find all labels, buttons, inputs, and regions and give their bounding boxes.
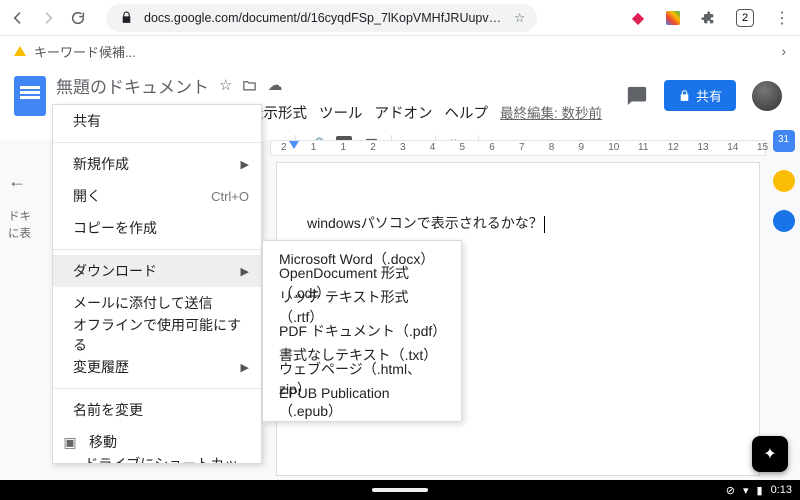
cloud-status-icon: ☁ [267, 76, 282, 94]
menu-help[interactable]: ヘルプ [445, 102, 489, 123]
bookmark-label[interactable]: キーワード候補... [34, 42, 136, 61]
back-outline-icon[interactable]: ← [8, 168, 26, 195]
document-text[interactable]: windowsパソコンで表示されるかな？ [307, 213, 545, 233]
browser-toolbar: docs.google.com/document/d/16cyqdFSp_7lK… [0, 0, 800, 36]
menu-item-share[interactable]: 共有 [53, 105, 261, 137]
browser-menu-icon[interactable]: ⋮ [774, 10, 790, 26]
menu-item-shortcut[interactable]: ◈ドライブにショートカットを追加 [53, 458, 261, 464]
clock[interactable]: 0:13 [771, 484, 792, 496]
url-text: docs.google.com/document/d/16cyqdFSp_7lK… [144, 11, 504, 25]
last-edit[interactable]: 最終編集: 数秒前 [500, 102, 602, 123]
star-doc-icon[interactable]: ☆ [219, 76, 232, 94]
keep-icon[interactable] [773, 170, 795, 192]
outline-text-l2: に表 [8, 226, 48, 243]
browser-extensions: ◆ 2 ⋮ [630, 9, 790, 27]
menu-addons[interactable]: アドオン [375, 102, 433, 123]
outline-panel: ← ドキ に表 [8, 168, 48, 244]
menu-item-new[interactable]: 新規作成▶ [53, 148, 261, 180]
submenu-arrow-icon: ▶ [241, 361, 249, 374]
download-pdf[interactable]: PDF ドキュメント（.pdf） [263, 319, 461, 343]
tasks-icon[interactable] [773, 210, 795, 232]
ext2-icon[interactable] [666, 11, 680, 25]
doc-title[interactable]: 無題のドキュメント [56, 73, 209, 98]
ruler[interactable]: 21123456789101112131415 [270, 140, 766, 156]
ext1-icon[interactable]: ◆ [630, 10, 646, 26]
chevron-right-icon[interactable]: › [781, 43, 786, 59]
file-menu-dropdown: 共有 新規作成▶ 開くCtrl+O コピーを作成 ダウンロード▶ メールに添付し… [52, 104, 262, 464]
download-submenu: Microsoft Word（.docx） OpenDocument 形式（.o… [262, 240, 462, 422]
menu-item-download[interactable]: ダウンロード▶ [53, 255, 261, 287]
system-taskbar: ⊘ ▾ ▮ 0:13 [0, 480, 800, 500]
submenu-arrow-icon: ▶ [241, 158, 249, 171]
address-bar[interactable]: docs.google.com/document/d/16cyqdFSp_7lK… [106, 4, 537, 32]
avatar[interactable] [752, 81, 782, 111]
explore-button[interactable]: ✦ [752, 436, 788, 472]
menu-item-history[interactable]: 変更履歴▶ [53, 351, 261, 383]
outline-text-l1: ドキ [8, 209, 48, 226]
text-cursor [544, 216, 545, 233]
comments-icon[interactable] [626, 85, 648, 107]
wifi-icon[interactable]: ▾ [743, 484, 749, 497]
folder-icon: ▣ [59, 434, 81, 451]
menu-item-copy[interactable]: コピーを作成 [53, 212, 261, 244]
ads-triangle-icon[interactable] [14, 46, 26, 56]
menu-tools[interactable]: ツール [319, 102, 363, 123]
calendar-icon[interactable]: 31 [773, 130, 795, 152]
tab-count-badge[interactable]: 2 [736, 9, 754, 27]
menu-item-open[interactable]: 開くCtrl+O [53, 180, 261, 212]
share-button[interactable]: 共有 [664, 80, 736, 111]
lock-icon [118, 10, 134, 26]
battery-icon[interactable]: ▮ [757, 484, 763, 497]
nav-pill[interactable] [372, 488, 428, 492]
side-panel: 31 [768, 116, 800, 232]
bookmark-bar: キーワード候補... › [0, 36, 800, 66]
mute-icon[interactable]: ⊘ [726, 484, 735, 497]
docs-logo-icon[interactable] [14, 76, 46, 116]
download-epub[interactable]: EPUB Publication（.epub） [263, 391, 461, 415]
extensions-icon[interactable] [700, 10, 716, 26]
download-rtf[interactable]: リッチ テキスト形式（.rtf） [263, 295, 461, 319]
back-icon[interactable] [10, 10, 26, 26]
menu-item-offline[interactable]: オフラインで使用可能にする [53, 319, 261, 351]
star-icon[interactable]: ☆ [514, 10, 525, 25]
submenu-arrow-icon: ▶ [241, 265, 249, 278]
move-doc-icon[interactable] [242, 78, 257, 93]
menu-item-rename[interactable]: 名前を変更 [53, 394, 261, 426]
reload-icon[interactable] [70, 10, 86, 26]
indent-marker-icon[interactable] [289, 141, 299, 149]
forward-icon[interactable] [40, 10, 56, 26]
